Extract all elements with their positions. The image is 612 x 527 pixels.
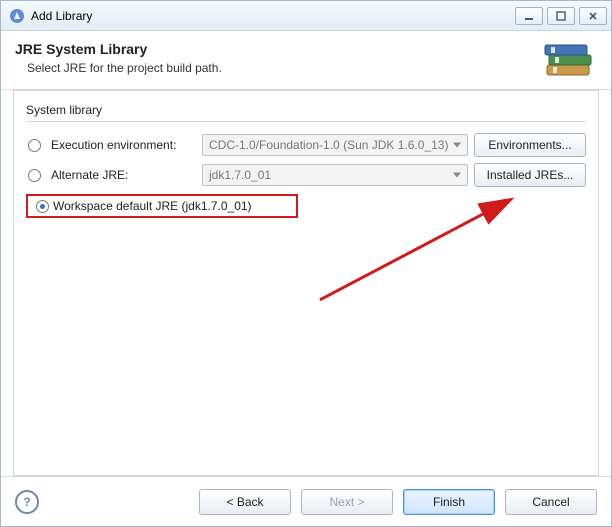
page-title: JRE System Library [15,41,222,57]
chevron-down-icon [453,173,461,178]
app-icon [9,8,25,24]
group-separator [26,121,586,122]
maximize-button[interactable] [547,7,575,25]
execution-environment-radio[interactable] [28,139,41,152]
help-button[interactable]: ? [15,490,39,514]
alternate-jre-value: jdk1.7.0_01 [209,168,271,182]
workspace-default-row: Workspace default JRE (jdk1.7.0_01) [26,194,298,218]
wizard-header: JRE System Library Select JRE for the pr… [1,31,611,90]
cancel-button[interactable]: Cancel [505,489,597,515]
environments-button[interactable]: Environments... [474,133,586,157]
workspace-default-label: Workspace default JRE (jdk1.7.0_01) [53,199,252,213]
wizard-footer: ? < Back Next > Finish Cancel [1,476,611,526]
alternate-jre-row: Alternate JRE: jdk1.7.0_01 Installed JRE… [26,162,586,188]
minimize-button[interactable] [515,7,543,25]
alternate-jre-label: Alternate JRE: [51,168,196,182]
system-library-group: System library Execution environment: CD… [26,103,586,218]
page-subtitle: Select JRE for the project build path. [27,61,222,75]
installed-jres-button[interactable]: Installed JREs... [474,163,586,187]
content-area: System library Execution environment: CD… [13,90,599,476]
chevron-down-icon [453,143,461,148]
window-title: Add Library [31,9,515,23]
library-books-icon [543,37,597,87]
titlebar: Add Library [1,1,611,31]
execution-environment-row: Execution environment: CDC-1.0/Foundatio… [26,132,586,158]
dialog-window: Add Library JRE System Library Select JR… [0,0,612,527]
close-button[interactable] [579,7,607,25]
help-icon: ? [23,495,30,509]
finish-button[interactable]: Finish [403,489,495,515]
next-button[interactable]: Next > [301,489,393,515]
alternate-jre-combo[interactable]: jdk1.7.0_01 [202,164,468,186]
execution-environment-combo[interactable]: CDC-1.0/Foundation-1.0 (Sun JDK 1.6.0_13… [202,134,468,156]
workspace-default-radio[interactable] [36,200,49,213]
execution-environment-label: Execution environment: [51,138,196,152]
group-title: System library [26,103,586,117]
alternate-jre-radio[interactable] [28,169,41,182]
execution-environment-value: CDC-1.0/Foundation-1.0 (Sun JDK 1.6.0_13… [209,138,448,152]
window-buttons [515,7,607,25]
back-button[interactable]: < Back [199,489,291,515]
